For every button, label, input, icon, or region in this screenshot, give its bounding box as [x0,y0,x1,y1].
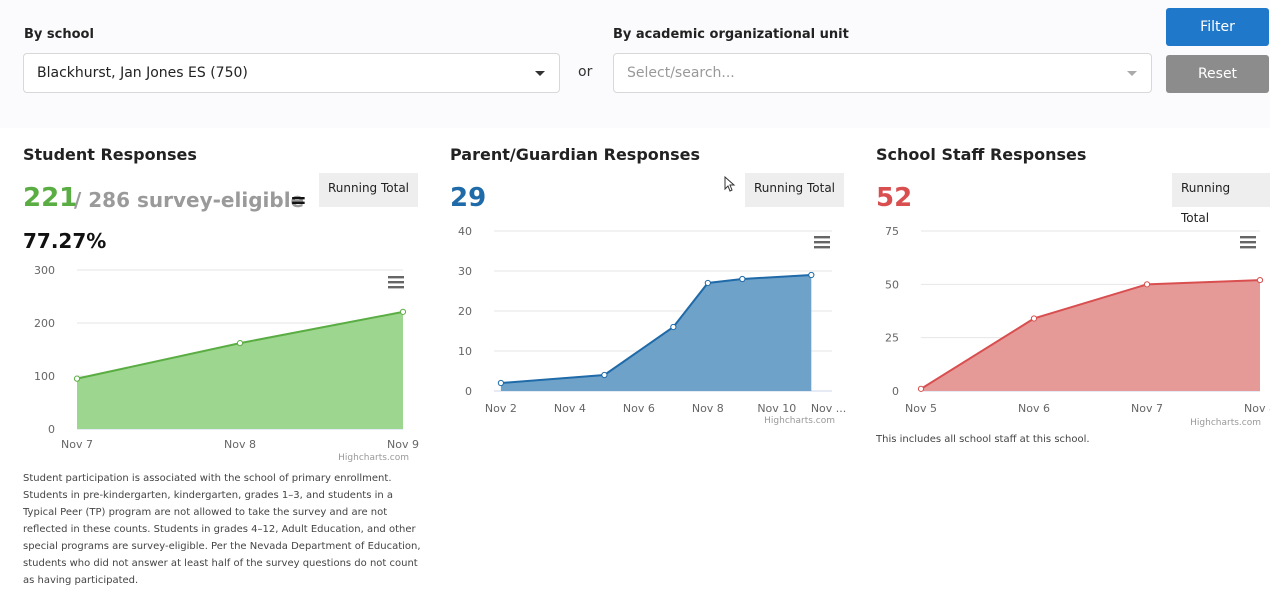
unit-filter-label: By academic organizational unit [613,27,849,42]
staff-count: 52 [876,183,913,213]
parent-count: 29 [450,183,487,213]
y-tick-label: 0 [48,423,55,436]
y-tick-label: 100 [34,370,55,383]
series-area [500,275,812,391]
data-point [73,375,81,382]
reset-button[interactable]: Reset [1166,55,1269,93]
school-select-value: Blackhurst, Jan Jones ES (750) [37,65,248,81]
parent-responses-title: Parent/Guardian Responses [450,145,701,164]
hamburger-menu-icon[interactable] [1240,236,1256,249]
menu-bar [388,276,404,279]
y-tick-label: 20 [458,305,472,318]
staff-responses-title: School Staff Responses [876,145,1087,164]
x-tick-label: Nov 4 [554,402,586,415]
unit-select[interactable]: Select/search... [613,53,1152,93]
data-point [670,323,677,331]
data-point [1030,315,1038,322]
highcharts-credit: Highcharts.com [338,453,409,463]
parent-responses-chart: 0 10 20 30 40 Nov 2 Nov 4 Nov 6 Nov 8 Nov 10 Nov .… [458,225,846,426]
menu-bar [814,236,830,239]
y-tick-label: 75 [885,225,899,238]
student-percent: 77.27% [23,229,107,253]
series-area [77,311,403,429]
highcharts-credit: Highcharts.com [1190,418,1261,428]
data-point [704,279,711,287]
student-responses-chart: 0 100 200 300 Nov 7 Nov 8 Nov 9 Highcharts.com [34,264,419,463]
menu-bar [1240,236,1256,239]
student-note: Student participation is associated with… [23,473,421,586]
student-equals: = [290,188,307,212]
student-responses-title: Student Responses [23,145,197,164]
highcharts-credit: Highcharts.com [764,416,835,426]
y-tick-label: 300 [34,264,55,277]
hamburger-menu-icon[interactable] [814,236,830,249]
hamburger-menu-icon[interactable] [388,276,404,289]
y-tick-label: 40 [458,225,472,238]
unit-select-placeholder: Select/search... [627,65,735,81]
menu-bar [388,286,404,289]
school-select[interactable]: Blackhurst, Jan Jones ES (750) [23,53,560,93]
student-eligible: / 286 survey-eligible [74,188,305,212]
data-point [808,271,815,279]
student-running-total-button[interactable]: Running Total [319,173,419,207]
parent-running-total-button[interactable]: Running Total [745,173,845,207]
data-point [236,340,244,347]
menu-bar [1240,246,1256,249]
menu-bar [1240,241,1256,244]
y-tick-label: 0 [465,385,472,398]
x-tick-label: Nov 5 [905,402,937,415]
or-label: or [578,64,593,80]
y-tick-label: 200 [34,317,55,330]
x-tick-label: Nov 2 [485,402,517,415]
x-tick-label: Nov 8 [1244,402,1270,415]
x-tick-label: Nov 7 [61,438,93,451]
series-area [921,280,1260,391]
y-tick-label: 10 [458,345,472,358]
caret-down-icon [1127,71,1137,76]
x-tick-label: Nov 6 [623,402,655,415]
school-filter-label: By school [24,27,94,42]
menu-bar [814,241,830,244]
x-tick-label: Nov 8 [224,438,256,451]
staff-running-total-button[interactable]: Running Total [1172,173,1270,225]
menu-bar [388,281,404,284]
menu-bar [814,246,830,249]
x-tick-label: Nov 9 [387,438,419,451]
data-point [1143,281,1151,288]
filter-button[interactable]: Filter [1166,8,1269,46]
x-tick-label: Nov ... [811,402,846,415]
student-count: 221 [23,183,78,213]
data-point [1256,276,1264,284]
x-tick-label: Nov 10 [757,402,796,415]
x-tick-label: Nov 6 [1018,402,1050,415]
caret-down-icon [535,71,545,76]
staff-responses-chart: 0 25 50 75 Nov 5 Nov 6 Nov 7 Nov 8 Highcharts.co… [885,225,1270,428]
data-point [917,385,925,392]
x-tick-label: Nov 8 [692,402,724,415]
y-tick-label: 25 [885,332,899,345]
mouse-pointer-icon [724,176,736,192]
x-tick-label: Nov 7 [1131,402,1163,415]
y-tick-label: 30 [458,265,472,278]
data-point [497,379,504,387]
y-tick-label: 0 [892,385,899,398]
y-tick-label: 50 [885,278,899,291]
staff-note: This includes all school staff at this s… [876,434,1090,445]
data-point [399,308,407,315]
data-point [601,371,608,379]
data-point [739,275,746,283]
